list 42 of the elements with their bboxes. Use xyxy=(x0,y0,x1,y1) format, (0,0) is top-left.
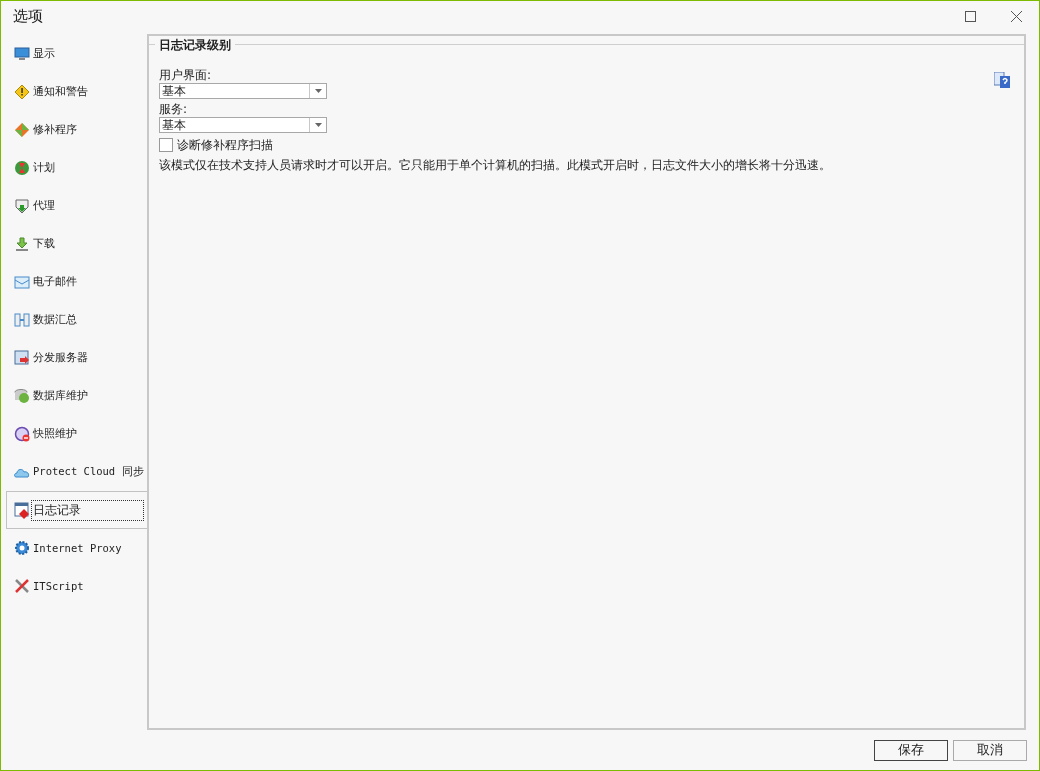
window-title: 选项 xyxy=(13,7,44,26)
help-icon[interactable] xyxy=(994,72,1010,88)
sidebar-item[interactable]: ITScript xyxy=(1,567,147,605)
sidebar-item[interactable]: 快照维护 xyxy=(1,415,147,453)
sidebar-item[interactable]: 通知和警告 xyxy=(1,73,147,111)
field-label: 服务: xyxy=(159,102,188,117)
sidebar-item[interactable]: 显示 xyxy=(1,35,147,73)
download-icon xyxy=(14,235,30,253)
hourglass-icon xyxy=(14,159,30,177)
caret-icon xyxy=(314,123,322,127)
field-label: 用户界面: xyxy=(159,68,212,83)
log-alert-icon xyxy=(14,501,30,519)
checkbox-label: 诊断修补程序扫描 xyxy=(177,136,273,154)
sidebar-item[interactable]: 分发服务器 xyxy=(1,339,147,377)
shield-icon xyxy=(14,197,30,215)
sidebar-item[interactable]: 数据汇总 xyxy=(1,301,147,339)
sidebar-item[interactable]: Protect Cloud 同步 xyxy=(1,453,147,491)
sidebar-item[interactable]: 日志记录 xyxy=(6,491,148,529)
description-text: 该模式仅在技术支持人员请求时才可以开启。它只能用于单个计算机的扫描。此模式开启时，日志文件大小的增长将十分迅速。 xyxy=(159,157,831,174)
sidebar-item[interactable]: 计划 xyxy=(1,149,147,187)
dialog-button[interactable]: 取消 xyxy=(953,739,1027,761)
sidebar-item[interactable]: Internet Proxy xyxy=(1,529,147,567)
sidebar-item[interactable]: 代理 xyxy=(1,187,147,225)
close-icon[interactable] xyxy=(1010,11,1022,22)
sidebar-item[interactable]: 下载 xyxy=(1,225,147,263)
dropdown[interactable]: 基本 xyxy=(159,83,327,99)
caret-icon xyxy=(314,89,322,93)
sidebar-item[interactable]: 修补程序 xyxy=(1,111,147,149)
sidebar-item[interactable]: 数据库维护 xyxy=(1,377,147,415)
server-icon xyxy=(14,349,30,367)
warning-icon xyxy=(14,83,30,101)
diamond-icon xyxy=(14,121,30,139)
checkbox[interactable] xyxy=(159,138,173,152)
sidebar-item[interactable]: 电子邮件 xyxy=(1,263,147,301)
gear-icon xyxy=(14,539,30,557)
group-title: 日志记录级别 xyxy=(155,37,235,54)
monitor-icon xyxy=(14,45,30,63)
dialog-button[interactable]: 保存 xyxy=(874,739,948,761)
dropdown[interactable]: 基本 xyxy=(159,117,327,133)
envelope-icon xyxy=(14,273,30,291)
tools-icon xyxy=(14,577,30,595)
maximize-icon[interactable] xyxy=(964,11,976,22)
